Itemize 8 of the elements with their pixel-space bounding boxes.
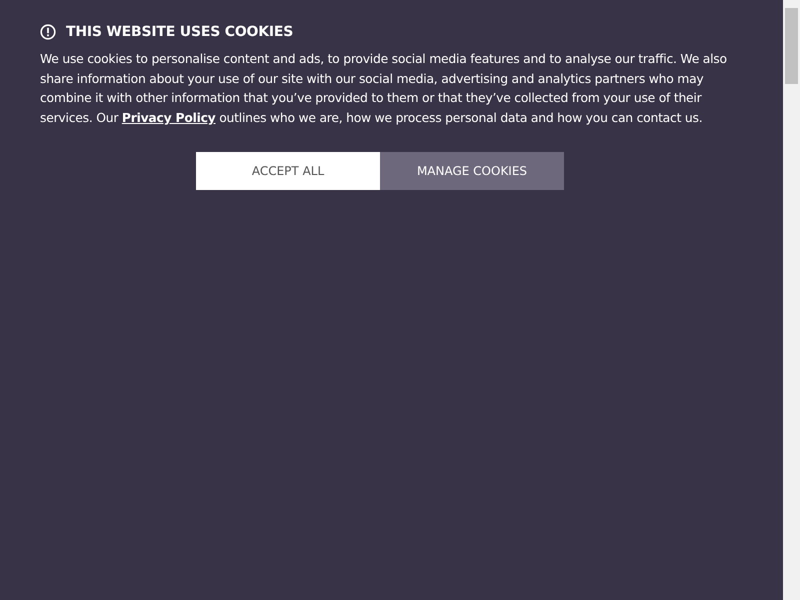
warning-icon (40, 24, 56, 40)
cookie-message: We use cookies to personalise content and ads, to provide social media features and to analyse our traffic. We also share information about your use of our site with our social media, advertising and analytics partners who may combine it with other information that you’ve provided to them or that they’ve collected from your use of their services. Our Privacy Policy outlines who we are, how we process personal data and how you can contact us. (40, 50, 728, 127)
manage-button[interactable]: MANAGE COOKIES (380, 152, 564, 190)
accept-button[interactable]: ACCEPT ALL (196, 152, 380, 190)
privacy-policy-link[interactable]: Privacy Policy (122, 110, 216, 125)
banner-title: THIS WEBSITE USES COOKIES (66, 24, 294, 40)
scrollbar-thumb[interactable] (785, 8, 798, 84)
scrollbar[interactable] (783, 0, 800, 600)
